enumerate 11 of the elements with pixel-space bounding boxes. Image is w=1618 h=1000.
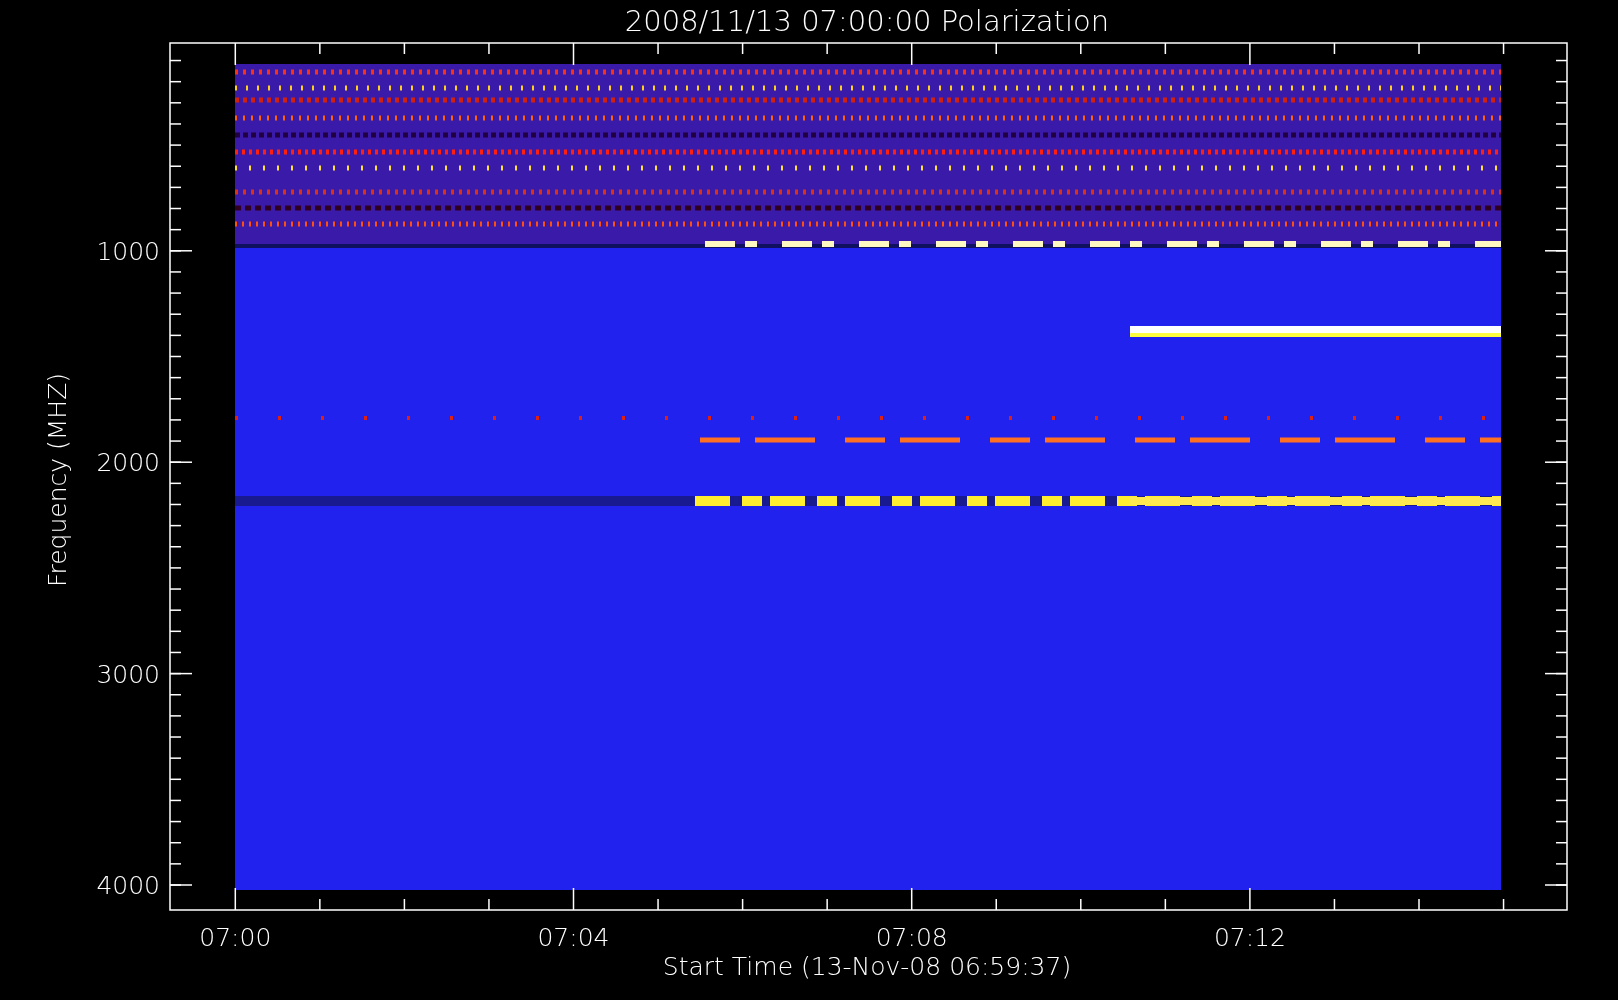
x-tick-label: 07:12 <box>1213 923 1286 952</box>
y-tick-label: 3000 <box>96 659 160 689</box>
x-tick-label: 07:00 <box>199 923 272 952</box>
x-tick-label: 07:04 <box>537 923 610 952</box>
y-tick-label: 2000 <box>96 448 160 478</box>
y-tick-label: 4000 <box>96 871 160 900</box>
y-tick-label: 1000 <box>96 236 160 266</box>
chart-title: 2008/11/13 07:00:00 Polarization <box>624 4 1110 38</box>
x-axis-label: Start Time (13-Nov-08 06:59:37) <box>662 952 1072 981</box>
y-axis-label: Frequency (MHZ) <box>43 372 72 588</box>
x-tick-label: 07:08 <box>875 923 948 952</box>
